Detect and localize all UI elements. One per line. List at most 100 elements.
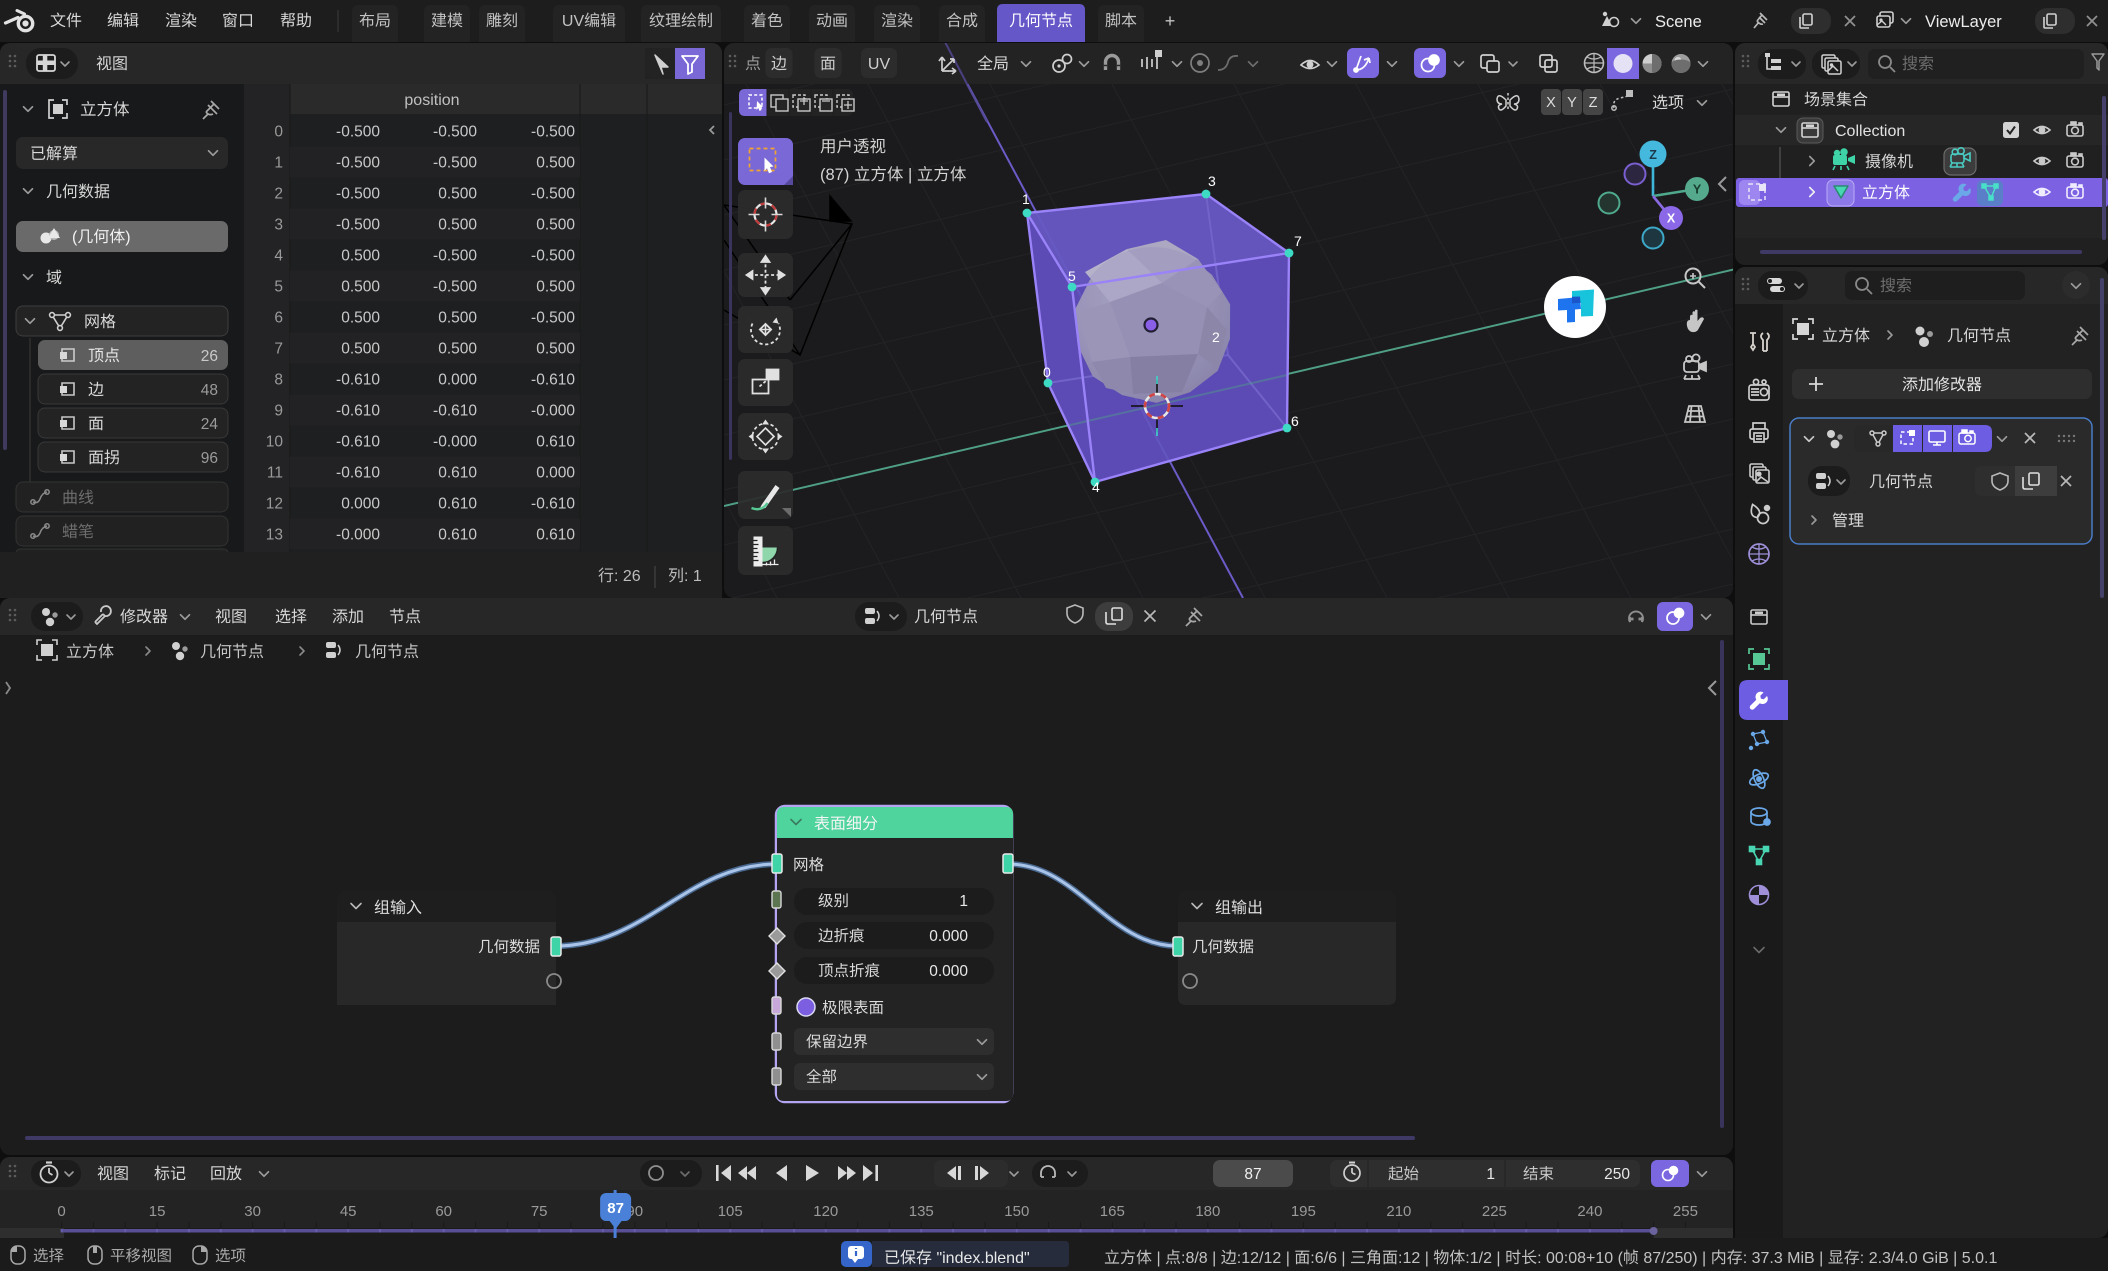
svg-text:-0.500: -0.500	[433, 124, 477, 141]
svg-text:-0.610: -0.610	[336, 372, 380, 389]
svg-text:7: 7	[1294, 233, 1302, 249]
svg-text:4: 4	[274, 248, 283, 265]
svg-text:Collection: Collection	[1835, 123, 1905, 140]
svg-text:|: |	[1152, 1250, 1165, 1267]
svg-text:-0.500: -0.500	[336, 155, 380, 172]
svg-text:-0.000: -0.000	[336, 527, 380, 544]
svg-text:1: 1	[274, 155, 283, 172]
svg-text::6/6 |: :6/6 |	[1310, 1250, 1350, 1267]
svg-text:60: 60	[435, 1203, 452, 1220]
svg-text:26: 26	[201, 348, 218, 365]
svg-text:87: 87	[1244, 1166, 1261, 1183]
svg-text:"index.blend": "index.blend"	[932, 1250, 1030, 1267]
svg-text:120: 120	[813, 1203, 838, 1220]
svg-text:-0.500: -0.500	[531, 248, 575, 265]
svg-text:24: 24	[201, 416, 219, 433]
svg-text:15: 15	[149, 1203, 166, 1220]
svg-text:4: 4	[1092, 479, 1100, 495]
svg-text:195: 195	[1291, 1203, 1316, 1220]
svg-text:87: 87	[607, 1200, 624, 1217]
svg-text:0.500: 0.500	[536, 155, 575, 172]
svg-text:1: 1	[1486, 1166, 1495, 1183]
svg-text::12 |: :12 |	[1398, 1250, 1433, 1267]
svg-text:-0.610: -0.610	[531, 372, 575, 389]
svg-text:Z: Z	[1649, 148, 1657, 162]
svg-text:0.500: 0.500	[536, 341, 575, 358]
svg-text:0.610: 0.610	[438, 527, 477, 544]
svg-text:Y: Y	[1693, 183, 1702, 197]
svg-text:150: 150	[1004, 1203, 1029, 1220]
svg-text:0.000: 0.000	[929, 928, 968, 945]
svg-text:-0.610: -0.610	[336, 434, 380, 451]
svg-text:75: 75	[531, 1203, 548, 1220]
svg-text:Y: Y	[1567, 95, 1577, 111]
svg-text:2: 2	[274, 186, 283, 203]
svg-text:5: 5	[274, 279, 283, 296]
svg-text:250: 250	[1604, 1166, 1630, 1183]
svg-text:-0.500: -0.500	[433, 155, 477, 172]
svg-text:0.500: 0.500	[341, 310, 380, 327]
svg-text:48: 48	[201, 382, 218, 399]
svg-text:8: 8	[274, 372, 283, 389]
svg-text:10: 10	[266, 434, 284, 451]
svg-text:0: 0	[274, 124, 283, 141]
svg-text:3: 3	[274, 217, 283, 234]
svg-text:3: 3	[1208, 173, 1216, 189]
svg-text:0.610: 0.610	[536, 434, 575, 451]
svg-text:0.500: 0.500	[341, 248, 380, 265]
svg-text:-0.000: -0.000	[531, 403, 575, 420]
svg-text:240: 240	[1577, 1203, 1602, 1220]
svg-text:105: 105	[718, 1203, 743, 1220]
svg-text:: 2.3/4.0 GiB | 5.0.1: : 2.3/4.0 GiB | 5.0.1	[1860, 1250, 1998, 1267]
svg-text:position: position	[404, 92, 459, 109]
svg-text:0.500: 0.500	[341, 341, 380, 358]
svg-text:165: 165	[1100, 1203, 1125, 1220]
svg-text:2: 2	[1212, 329, 1220, 345]
svg-text:0.500: 0.500	[536, 217, 575, 234]
svg-text:-0.610: -0.610	[531, 496, 575, 513]
svg-text:-0.500: -0.500	[433, 248, 477, 265]
svg-text:: 1: : 1	[684, 568, 702, 585]
svg-text:-0.500: -0.500	[336, 186, 380, 203]
svg-text:-0.500: -0.500	[433, 279, 477, 296]
svg-text:-0.610: -0.610	[336, 403, 380, 420]
svg-text:-0.610: -0.610	[336, 465, 380, 482]
svg-text:9: 9	[274, 403, 283, 420]
svg-text:: 00:08+10 (: : 00:08+10 (	[1537, 1250, 1624, 1267]
svg-text:UV: UV	[562, 13, 585, 30]
svg-text:6: 6	[274, 310, 283, 327]
svg-text:45: 45	[340, 1203, 357, 1220]
svg-text:X: X	[1546, 95, 1556, 111]
svg-text:-0.500: -0.500	[531, 310, 575, 327]
svg-text:0.610: 0.610	[536, 527, 575, 544]
svg-text:210: 210	[1386, 1203, 1411, 1220]
svg-text:0.000: 0.000	[929, 963, 968, 980]
svg-text:-0.500: -0.500	[531, 186, 575, 203]
svg-text:0.000: 0.000	[536, 465, 575, 482]
svg-text:135: 135	[909, 1203, 934, 1220]
svg-text:0.500: 0.500	[438, 186, 477, 203]
svg-text:6: 6	[1291, 413, 1299, 429]
svg-text:0.610: 0.610	[438, 496, 477, 513]
svg-text:0.000: 0.000	[341, 496, 380, 513]
svg-text:: 37.3 MiB |: : 37.3 MiB |	[1743, 1250, 1828, 1267]
svg-text:255: 255	[1673, 1203, 1698, 1220]
svg-text:1: 1	[1022, 191, 1030, 207]
svg-text:96: 96	[201, 450, 218, 467]
svg-text:-0.000: -0.000	[433, 434, 477, 451]
svg-text:12: 12	[266, 496, 283, 513]
svg-text:180: 180	[1195, 1203, 1220, 1220]
svg-text:): )	[125, 229, 130, 246]
svg-text:0: 0	[1043, 364, 1051, 380]
svg-text:: 26: : 26	[614, 568, 641, 585]
svg-text:0.500: 0.500	[438, 310, 477, 327]
svg-text:87/250) |: 87/250) |	[1639, 1250, 1711, 1267]
svg-text:7: 7	[274, 341, 283, 358]
svg-text:5: 5	[1068, 268, 1076, 284]
svg-text:|: |	[903, 166, 916, 184]
svg-text:(87): (87)	[820, 166, 854, 184]
svg-text:0.500: 0.500	[536, 279, 575, 296]
svg-text:11: 11	[267, 465, 283, 482]
svg-text:-0.610: -0.610	[433, 403, 477, 420]
svg-text::12/12 |: :12/12 |	[1237, 1250, 1295, 1267]
